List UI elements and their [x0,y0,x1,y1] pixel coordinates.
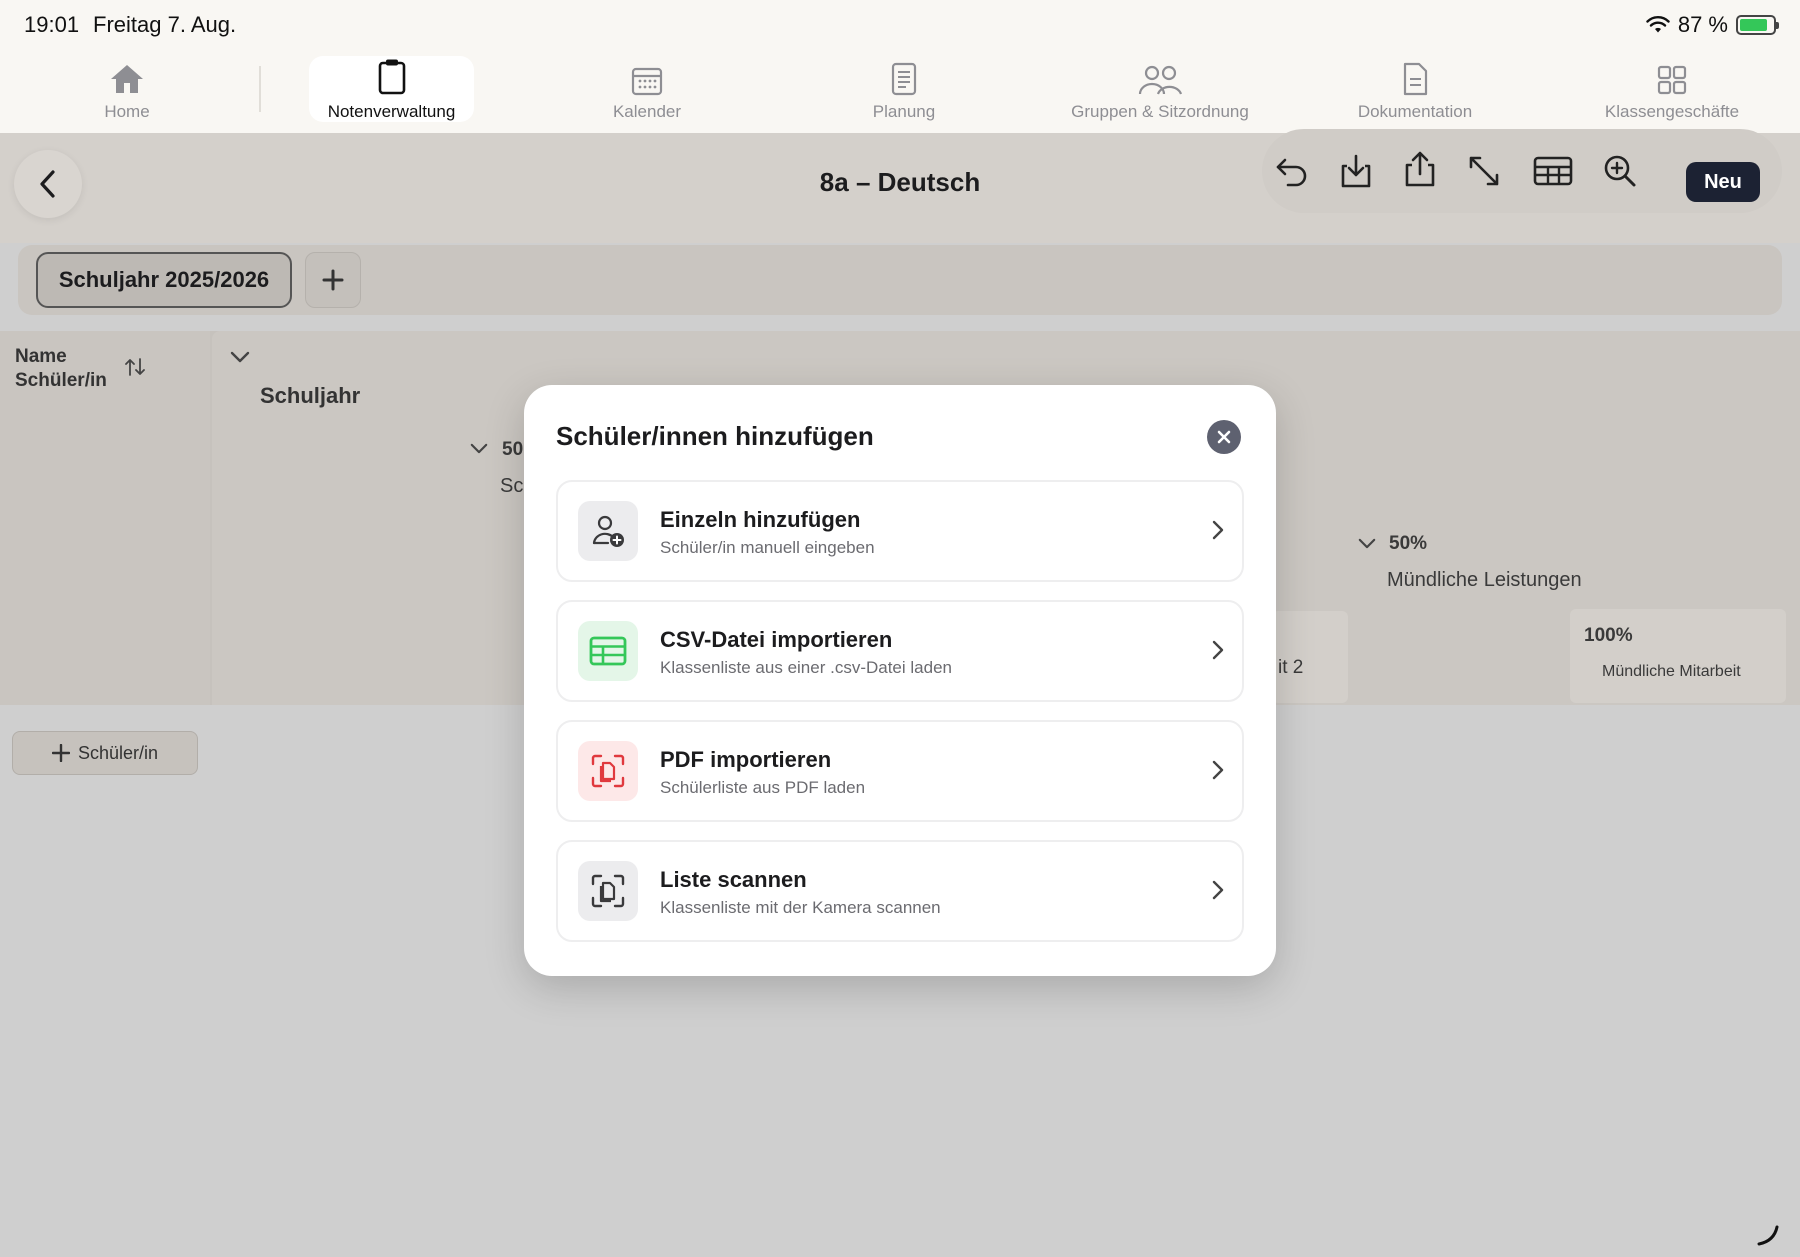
nav-tab-gruppen[interactable]: Gruppen & Sitzordnung [1062,56,1258,122]
grid-icon [1657,65,1687,95]
assessment-cell[interactable]: it 2 [1272,611,1348,703]
plus-icon [51,744,70,762]
school-year-tab[interactable]: Schuljahr 2025/2026 [36,252,292,308]
add-year-button[interactable] [305,252,361,308]
option-title: Einzeln hinzufügen [660,507,861,532]
option-subtitle: Klassenliste mit der Kamera scannen [660,898,941,917]
modal-title: Schüler/innen hinzufügen [556,421,874,451]
new-button[interactable]: Neu [1686,162,1760,202]
year-tabs-bar: Schuljahr 2025/2026 [18,245,1782,315]
schuljahr-label: Schuljahr [260,383,361,408]
option-add-single[interactable]: Einzeln hinzufügen Schüler/in manuell ei… [556,480,1244,582]
nav-tab-label: Home [104,102,150,121]
category-name: Mündliche Leistungen [1387,569,1582,591]
top-bar: 19:01 Freitag 7. Aug. 87 % Home Notenver… [0,0,1800,133]
option-subtitle: Schüler/in manuell eingeben [660,538,875,557]
status-time: 19:01 [24,12,80,37]
chevron-right-icon [1212,880,1224,900]
calendar-icon [631,67,663,96]
nav-tab-kalender[interactable]: Kalender [600,56,694,122]
chevron-down-icon[interactable] [470,443,488,454]
chevron-right-icon [1212,640,1224,660]
category-weight: 50% [1389,533,1428,554]
nav-tab-label: Kalender [612,102,682,121]
add-student-button[interactable]: Schüler/in [12,731,198,775]
document-list-icon [891,62,917,96]
share-icon[interactable] [1402,151,1438,187]
assessment-cell[interactable]: 100% Mündliche Mitarbeit [1570,609,1786,703]
chevron-down-icon[interactable] [1358,538,1376,549]
status-date: Freitag 7. Aug. [93,12,237,37]
nav-tab-label: Gruppen & Sitzordnung [1071,102,1249,121]
option-import-csv[interactable]: CSV-Datei importieren Klassenliste aus e… [556,600,1244,702]
nav-tab-label: Notenverwaltung [327,102,456,121]
battery-percent: 87 % [1677,12,1728,37]
nav-divider [259,66,261,112]
plus-icon [322,269,344,291]
chevron-right-icon [1212,760,1224,780]
nav-tab-dokumentation[interactable]: Dokumentation [1350,56,1480,122]
option-title: PDF importieren [660,747,832,772]
table-view-icon[interactable] [1532,153,1574,189]
document-icon [1403,62,1428,96]
nav-tab-label: Klassengeschäfte [1604,102,1740,121]
category-name: Sc [500,475,524,497]
scroll-indicator-icon [1757,1225,1779,1246]
house-icon [111,65,143,93]
sort-icon[interactable] [124,357,146,377]
nav-tab-label: Dokumentation [1357,102,1473,121]
document-scan-icon [578,861,638,921]
people-icon [1138,65,1182,95]
close-button[interactable] [1207,420,1241,454]
person-add-icon [578,501,638,561]
option-subtitle: Klassenliste aus einer .csv-Datei laden [660,658,952,677]
name-column: Name Schüler/in [0,331,210,705]
status-indicators: 87 % [1646,12,1779,38]
chevron-right-icon [1212,520,1224,540]
name-column-header: Name Schüler/in [15,346,107,391]
chevron-down-icon[interactable] [230,351,250,363]
category-weight: 50 [502,439,524,460]
clipboard-icon [378,59,405,95]
battery-icon [1736,15,1779,35]
wifi-icon [1646,16,1670,33]
option-title: CSV-Datei importieren [660,627,893,652]
nav-tab-notenverwaltung[interactable]: Notenverwaltung [309,56,474,122]
nav-tab-label: Planung [872,102,936,121]
option-subtitle: Schülerliste aus PDF laden [660,778,866,797]
option-scan-list[interactable]: Liste scannen Klassenliste mit der Kamer… [556,840,1244,942]
table-icon [578,621,638,681]
nav-tab-planung[interactable]: Planung [859,56,949,122]
nav-tab-klassengeschaefte[interactable]: Klassengeschäfte [1598,56,1746,122]
option-import-pdf[interactable]: PDF importieren Schülerliste aus PDF lad… [556,720,1244,822]
download-icon[interactable] [1338,153,1374,189]
pdf-scan-icon [578,741,638,801]
add-students-modal: Schüler/innen hinzufügen Einzeln hinzufü… [524,385,1276,976]
zoom-in-icon[interactable] [1602,153,1638,189]
undo-icon[interactable] [1274,153,1310,189]
option-title: Liste scannen [660,867,807,892]
expand-icon[interactable] [1466,153,1502,189]
close-icon [1217,430,1231,444]
nav-tab-home[interactable]: Home [92,56,162,122]
